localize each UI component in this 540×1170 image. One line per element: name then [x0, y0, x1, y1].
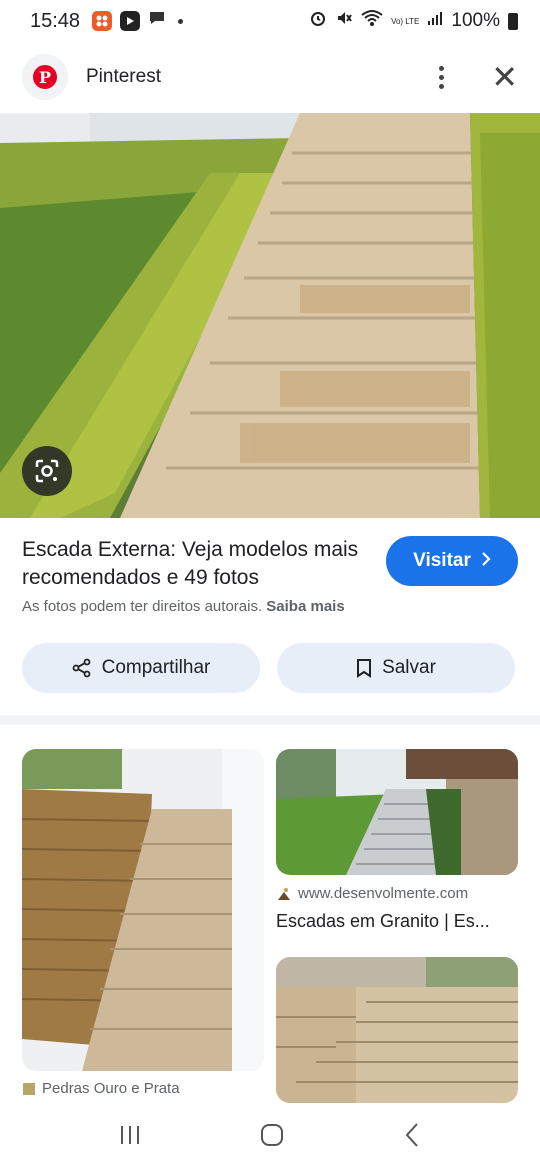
status-time: 15:48 [30, 9, 81, 32]
site-favicon-icon [23, 1082, 35, 1095]
visit-button[interactable]: Visitar [386, 536, 518, 586]
status-bar: 15:48 Vo) LTE 100% [0, 0, 540, 42]
related-source-label: Pedras Ouro e Prata [42, 1080, 180, 1097]
viewer-header: P Pinterest ✕ [0, 42, 540, 112]
learn-more-link[interactable]: Saiba mais [266, 598, 344, 615]
save-button-label: Salvar [382, 657, 436, 678]
related-image-granito[interactable] [276, 749, 518, 875]
home-icon[interactable] [259, 1122, 285, 1153]
related-image-stone-stairs[interactable] [276, 957, 518, 1103]
share-button[interactable]: Compartilhar [22, 643, 260, 693]
header-actions: ✕ [431, 61, 518, 93]
app-notification-icon [92, 11, 113, 31]
mute-icon [335, 9, 353, 33]
related-source-label: www.desenvolmente.com [298, 885, 469, 902]
result-title: Escada Externa: Veja modelos mais recome… [22, 538, 359, 589]
related-source-pedras[interactable]: Pedras Ouro e Prata [22, 1080, 180, 1097]
pinterest-logo-icon: P [33, 65, 57, 89]
youtube-icon [120, 11, 141, 31]
save-button[interactable]: Salvar [277, 643, 515, 693]
share-icon [72, 658, 91, 678]
signal-icon [427, 10, 443, 32]
battery-icon [508, 12, 518, 30]
recent-apps-icon[interactable] [118, 1123, 142, 1152]
google-lens-button[interactable] [22, 446, 72, 496]
copyright-notice: As fotos podem ter direitos autorais. Sa… [22, 598, 345, 615]
more-options-icon[interactable] [431, 65, 451, 89]
related-image-pedras[interactable] [22, 749, 264, 1071]
battery-percentage: 100% [451, 10, 500, 31]
site-favicon-icon [278, 887, 290, 900]
site-favicon[interactable]: P [22, 54, 68, 100]
share-button-label: Compartilhar [101, 657, 211, 678]
volte-label: Vo) LTE [391, 16, 420, 26]
chat-icon [148, 9, 166, 33]
related-source-desenvolmente[interactable]: www.desenvolmente.com [276, 885, 468, 902]
status-left: 15:48 [30, 9, 184, 33]
alarm-icon [309, 9, 327, 33]
back-icon[interactable] [402, 1122, 422, 1153]
close-icon[interactable]: ✕ [491, 61, 518, 93]
status-right: Vo) LTE 100% [309, 9, 518, 33]
copyright-text: As fotos podem ter direitos autorais. [22, 598, 263, 615]
lens-icon [35, 459, 59, 483]
chevron-right-icon [481, 550, 491, 572]
section-divider [0, 715, 540, 725]
more-notifications-dot-icon [178, 18, 184, 24]
wifi-icon [361, 9, 383, 33]
main-result-image[interactable] [0, 113, 540, 518]
related-title-granito[interactable]: Escadas em Granito | Es... [276, 911, 490, 932]
site-name[interactable]: Pinterest [86, 66, 161, 88]
visit-button-label: Visitar [413, 550, 471, 571]
bookmark-icon [357, 659, 372, 678]
system-navigation-bar [0, 1104, 540, 1170]
